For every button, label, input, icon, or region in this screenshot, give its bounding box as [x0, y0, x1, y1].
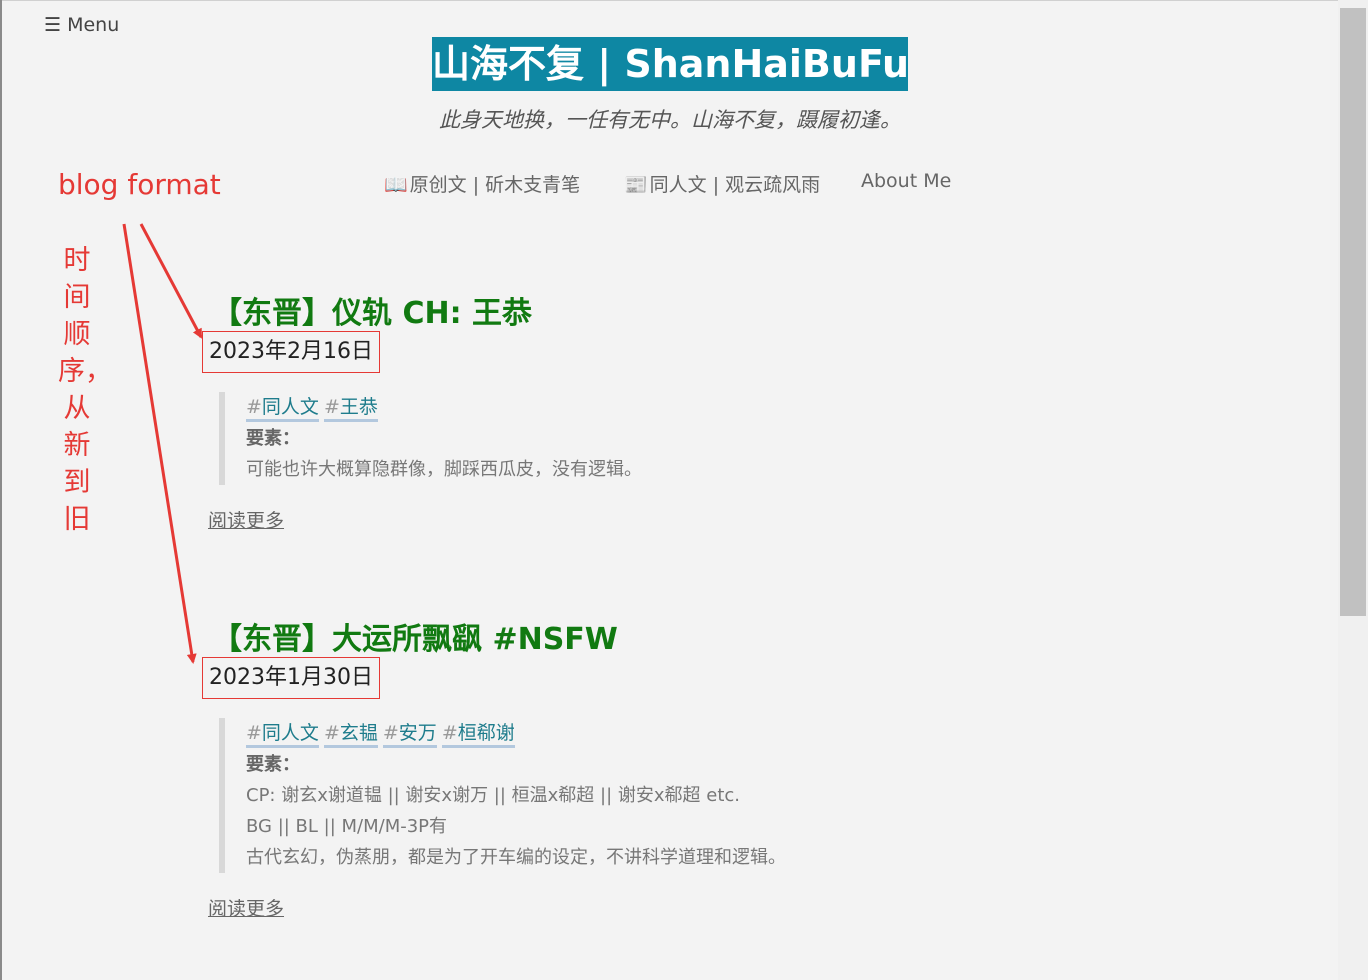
- hash-icon: #: [246, 722, 262, 744]
- arrow-to-second-date: [122, 223, 197, 664]
- post-date: 2023年2月16日: [202, 331, 380, 373]
- hash-icon: #: [323, 396, 340, 418]
- arrow-to-first-date: [139, 223, 203, 339]
- tag-link[interactable]: #安万: [382, 721, 437, 748]
- excerpt-line: CP: 谢玄x谢道韫 || 谢安x谢万 || 桓温x郗超 || 谢安x郗超 et…: [246, 785, 741, 806]
- tag-link[interactable]: #玄韫: [323, 721, 378, 748]
- tag-list: #同人文 #玄韫 #安万 #桓郗谢: [246, 718, 786, 749]
- excerpt-line: 可能也许大概算隐群像，脚踩西瓜皮，没有逻辑。: [246, 459, 642, 480]
- post-excerpt: #同人文 #玄韫 #安万 #桓郗谢 要素： CP: 谢玄x谢道韫 || 谢安x谢万 |…: [219, 718, 786, 873]
- elements-label: 要素：: [246, 754, 300, 775]
- scrollbar-thumb[interactable]: [1340, 8, 1366, 616]
- hash-icon: #: [246, 396, 262, 418]
- elements-label: 要素：: [246, 428, 300, 449]
- excerpt-line: BG || BL || M/M/M-3P有: [246, 816, 448, 837]
- tag-link[interactable]: #王恭: [323, 395, 378, 422]
- excerpt-line: 古代玄幻，伪蒸朋，都是为了开车编的设定，不讲科学道理和逻辑。: [246, 847, 786, 868]
- tag-list: #同人文 #王恭: [246, 392, 642, 423]
- read-more-link[interactable]: 阅读更多: [208, 506, 284, 533]
- tag-link[interactable]: #同人文: [246, 395, 319, 422]
- post-date: 2023年1月30日: [202, 657, 380, 699]
- post-excerpt: #同人文 #王恭 要素： 可能也许大概算隐群像，脚踩西瓜皮，没有逻辑。: [219, 392, 642, 485]
- hash-icon: #: [323, 722, 340, 744]
- post-title[interactable]: 【东晋】大运所飘飖 #NSFW: [212, 614, 618, 658]
- tag-link[interactable]: #桓郗谢: [441, 721, 515, 748]
- tag-link[interactable]: #同人文: [246, 721, 319, 748]
- hash-icon: #: [441, 722, 458, 744]
- post-title[interactable]: 【东晋】仪轨 CH: 王恭: [212, 288, 532, 332]
- read-more-link[interactable]: 阅读更多: [208, 894, 284, 921]
- hash-icon: #: [382, 722, 399, 744]
